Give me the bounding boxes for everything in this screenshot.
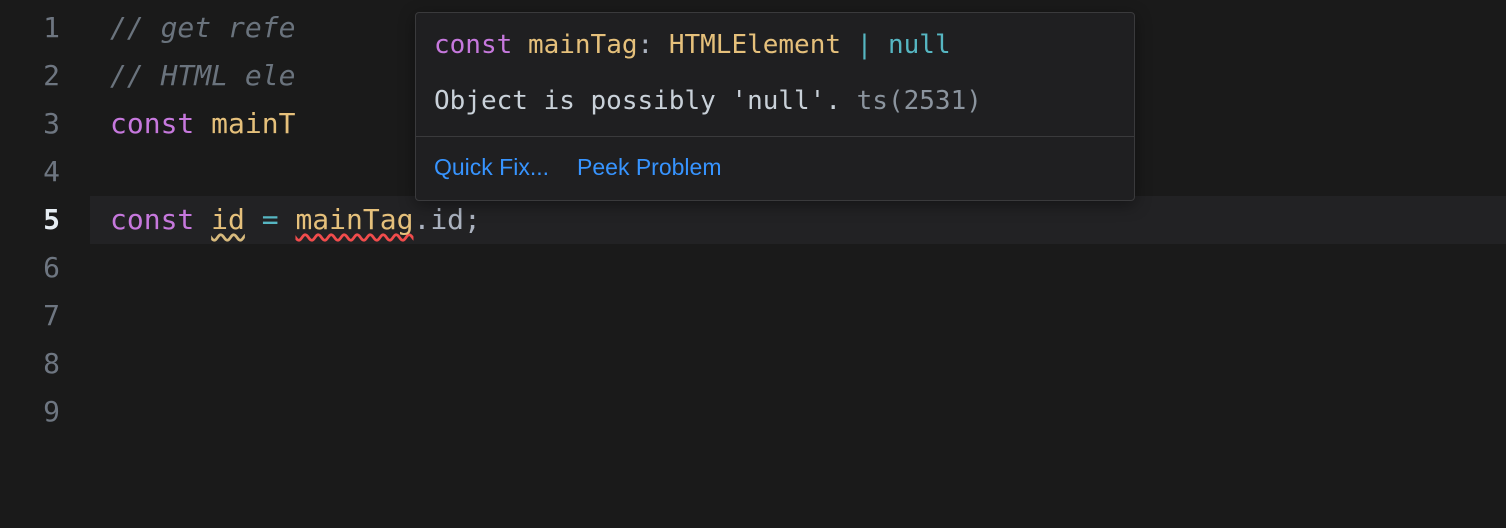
- error-code: ts(2531): [857, 86, 982, 116]
- line-number: 2: [0, 52, 60, 100]
- sig-pipe: |: [857, 30, 873, 60]
- sig-null: null: [888, 30, 951, 60]
- code-line[interactable]: [90, 340, 1506, 388]
- variable-token-warning: id: [211, 203, 245, 236]
- keyword-token: const: [110, 203, 194, 236]
- hover-tooltip: const mainTag: HTMLElement | null Object…: [415, 12, 1135, 201]
- line-number-active: 5: [0, 196, 60, 244]
- punct-token: ;: [464, 203, 481, 236]
- operator-token: =: [262, 203, 279, 236]
- space-token: [194, 107, 211, 140]
- variable-token: mainT: [211, 107, 295, 140]
- space-token: [512, 30, 528, 60]
- space-token: [653, 30, 669, 60]
- code-area[interactable]: // get refe // HTML ele const mainT cons…: [90, 0, 1506, 528]
- space-token: [279, 203, 296, 236]
- error-text: Object is possibly 'null'.: [434, 86, 841, 116]
- line-number: 9: [0, 388, 60, 436]
- code-editor: 1 2 3 4 5 6 7 8 9 // get refe // HTML el…: [0, 0, 1506, 528]
- property-token: id: [430, 203, 464, 236]
- line-number: 1: [0, 4, 60, 52]
- line-number: 4: [0, 148, 60, 196]
- sig-variable: mainTag: [528, 30, 638, 60]
- code-line[interactable]: [90, 388, 1506, 436]
- comment-token: // get refe: [110, 11, 295, 44]
- space-token: [841, 30, 857, 60]
- code-line[interactable]: [90, 244, 1506, 292]
- hover-actions: Quick Fix... Peek Problem: [416, 137, 1134, 200]
- code-line-current[interactable]: const id = mainTag.id;: [90, 196, 1506, 244]
- line-number: 3: [0, 100, 60, 148]
- line-number: 8: [0, 340, 60, 388]
- comment-token: // HTML ele: [110, 59, 295, 92]
- keyword-token: const: [110, 107, 194, 140]
- sig-keyword: const: [434, 30, 512, 60]
- hover-error-message: Object is possibly 'null'. ts(2531): [416, 75, 1134, 138]
- space-token: [245, 203, 262, 236]
- punct-token: .: [413, 203, 430, 236]
- space-token: [194, 203, 211, 236]
- quick-fix-link[interactable]: Quick Fix...: [434, 149, 549, 186]
- sig-punct: :: [638, 30, 654, 60]
- code-line[interactable]: [90, 292, 1506, 340]
- variable-token-error: mainTag: [295, 203, 413, 236]
- sig-type: HTMLElement: [669, 30, 841, 60]
- line-number: 6: [0, 244, 60, 292]
- line-number: 7: [0, 292, 60, 340]
- line-number-gutter: 1 2 3 4 5 6 7 8 9: [0, 0, 90, 528]
- peek-problem-link[interactable]: Peek Problem: [577, 149, 721, 186]
- space-token: [841, 86, 857, 116]
- space-token: [872, 30, 888, 60]
- hover-signature: const mainTag: HTMLElement | null: [416, 13, 1134, 75]
